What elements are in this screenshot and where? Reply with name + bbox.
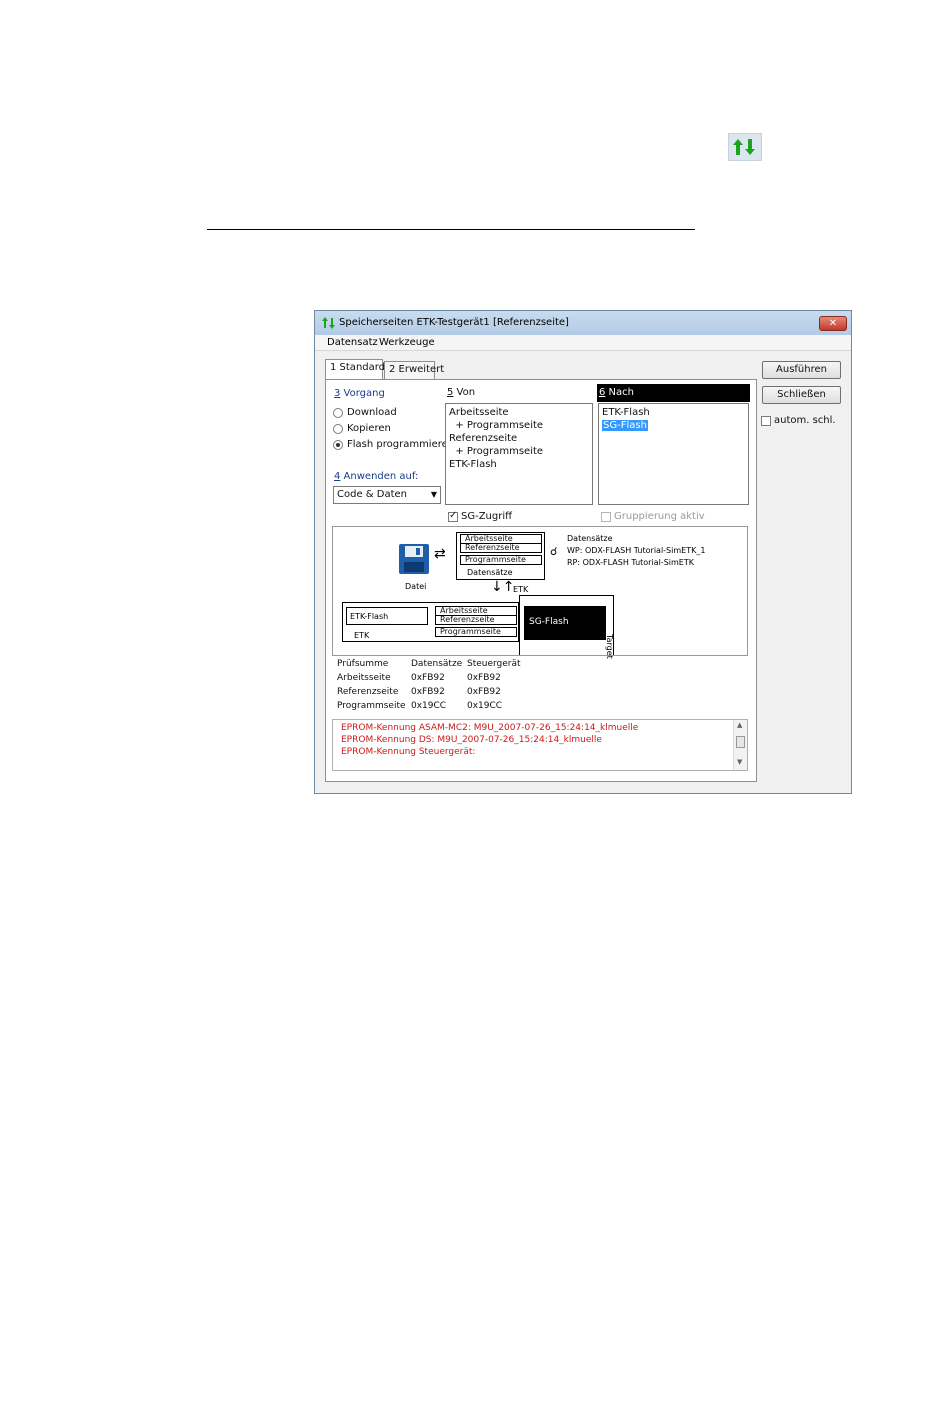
datensaetze-title: Datensätze <box>567 534 613 543</box>
tab-erweitert[interactable]: 2 Erweitert <box>384 361 444 379</box>
memory-pages-dialog: Speicherseiten ETK-Testgerät1 [Referenzs… <box>314 310 852 794</box>
ausfuehren-button[interactable]: Ausführen <box>762 361 841 379</box>
page-referenzseite: Referenzseite <box>460 543 542 553</box>
von-list[interactable]: Arbeitsseite + Programmseite Referenzsei… <box>445 403 593 505</box>
memory-pages-icon <box>728 133 762 161</box>
up-down-arrows-icon: ↓↑ <box>491 579 515 595</box>
vorgang-label: 3 Vorgang <box>334 388 385 399</box>
radio-label: Flash programmieren <box>347 439 455 450</box>
sg-flash-box: SG-Flash <box>524 606 606 640</box>
log-line: EPROM-Kennung ASAM-MC2: M9U_2007-07-26_1… <box>341 723 639 733</box>
checksum-cell: 0x19CC <box>467 701 503 711</box>
von-item[interactable]: Referenzseite <box>449 433 517 444</box>
menu-werkzeuge[interactable]: Werkzeuge <box>379 337 435 348</box>
etk-page-referenzseite: Referenzseite <box>435 615 517 625</box>
radio-label: Kopieren <box>347 423 391 434</box>
close-button[interactable]: ✕ <box>819 316 847 331</box>
checkbox-box[interactable] <box>761 415 771 426</box>
anwenden-select[interactable]: Code & Daten ▼ <box>333 486 441 504</box>
checksum-cell: Referenzseite <box>337 687 399 697</box>
checkbox-box[interactable] <box>601 511 611 522</box>
radio-circle-selected[interactable] <box>333 439 343 450</box>
checksum-cell: Arbeitsseite <box>337 673 391 683</box>
checksum-cell: 0xFB92 <box>411 673 445 683</box>
log-line: EPROM-Kennung DS: M9U_2007-07-26_15:24:1… <box>341 735 602 745</box>
etk-arrow-label: ETK <box>513 585 529 594</box>
checksum-cell: 0x19CC <box>411 701 447 711</box>
scroll-up-icon[interactable]: ▲ <box>737 721 742 729</box>
window-title: Speicherseiten ETK-Testgerät1 [Referenzs… <box>339 317 569 328</box>
etk-page-programmseite: Programmseite <box>435 627 517 637</box>
sg-zugriff-checkbox[interactable]: SG-Zugriff <box>448 510 513 522</box>
datensaetze-box-label: Datensätze <box>467 568 513 577</box>
nach-header: 6 Nach <box>597 384 750 402</box>
log-line: EPROM-Kennung Steuergerät: <box>341 747 476 757</box>
log-output[interactable]: EPROM-Kennung ASAM-MC2: M9U_2007-07-26_1… <box>332 719 748 771</box>
checkbox-label: SG-Zugriff <box>461 511 513 522</box>
gruppierung-checkbox[interactable]: Gruppierung aktiv <box>601 511 705 522</box>
nach-item[interactable]: ETK-Flash <box>602 407 650 418</box>
von-item[interactable]: + Programmseite <box>449 446 543 457</box>
rp-label: RP: ODX-FLASH Tutorial-SimETK <box>567 558 694 567</box>
checksum-cell: Programmseite <box>337 701 406 711</box>
autom-schl-checkbox[interactable]: autom. schl. <box>761 415 836 426</box>
checksum-header: Steuergerät <box>467 659 521 669</box>
scroll-down-icon[interactable]: ▼ <box>737 758 742 766</box>
dropdown-arrow-icon[interactable]: ▼ <box>431 490 437 499</box>
anwenden-value: Code & Daten <box>337 489 407 500</box>
datei-label: Datei <box>405 582 427 591</box>
radio-label: Download <box>347 407 397 418</box>
exchange-arrows-icon: ⇄ <box>434 546 446 562</box>
von-item[interactable]: + Programmseite <box>449 420 543 431</box>
radio-circle[interactable] <box>333 407 343 418</box>
von-item[interactable]: ETK-Flash <box>449 459 497 470</box>
radio-circle[interactable] <box>333 423 343 434</box>
checkbox-label: Gruppierung aktiv <box>614 511 705 522</box>
nach-item-selected[interactable]: SG-Flash <box>602 420 648 431</box>
anwenden-label: 4 Anwenden auf: <box>334 471 419 482</box>
link-icon: ☌ <box>550 545 558 558</box>
menu-bar: Datensatz Werkzeuge <box>315 335 851 351</box>
horizontal-rule <box>207 229 695 230</box>
radio-kopieren[interactable]: Kopieren <box>333 423 391 434</box>
radio-flash-programmieren[interactable]: Flash programmieren <box>333 439 454 450</box>
tab-standard[interactable]: 1 Standard <box>325 359 385 380</box>
wp-label: WP: ODX-FLASH Tutorial-SimETK_1 <box>567 546 706 555</box>
target-label: Target <box>605 634 614 659</box>
page-programmseite: Programmseite <box>460 555 542 565</box>
menu-datensatz[interactable]: Datensatz <box>327 337 378 348</box>
von-header: 5 Von <box>445 384 593 402</box>
etk-flash-label: ETK-Flash <box>350 612 389 621</box>
app-icon <box>322 317 335 332</box>
title-bar[interactable]: Speicherseiten ETK-Testgerät1 [Referenzs… <box>315 311 851 335</box>
checksum-cell: 0xFB92 <box>411 687 445 697</box>
floppy-disk-icon <box>399 544 429 577</box>
checksum-header: Datensätze <box>411 659 463 669</box>
von-item[interactable]: Arbeitsseite <box>449 407 509 418</box>
nach-list[interactable]: ETK-Flash SG-Flash <box>598 403 749 505</box>
log-scrollbar[interactable]: ▲ ▼ <box>733 720 747 770</box>
etk-label: ETK <box>354 631 370 640</box>
checksum-cell: 0xFB92 <box>467 687 501 697</box>
scroll-thumb[interactable] <box>736 736 745 748</box>
flash-diagram: Datei ⇄ Arbeitsseite Referenzseite Progr… <box>332 526 748 659</box>
checkbox-label: autom. schl. <box>774 415 836 426</box>
checkbox-box[interactable] <box>448 510 458 522</box>
checksum-cell: 0xFB92 <box>467 673 501 683</box>
radio-download[interactable]: Download <box>333 407 397 418</box>
schliessen-button[interactable]: Schließen <box>762 386 841 404</box>
checksum-header: Prüfsumme <box>337 659 389 669</box>
